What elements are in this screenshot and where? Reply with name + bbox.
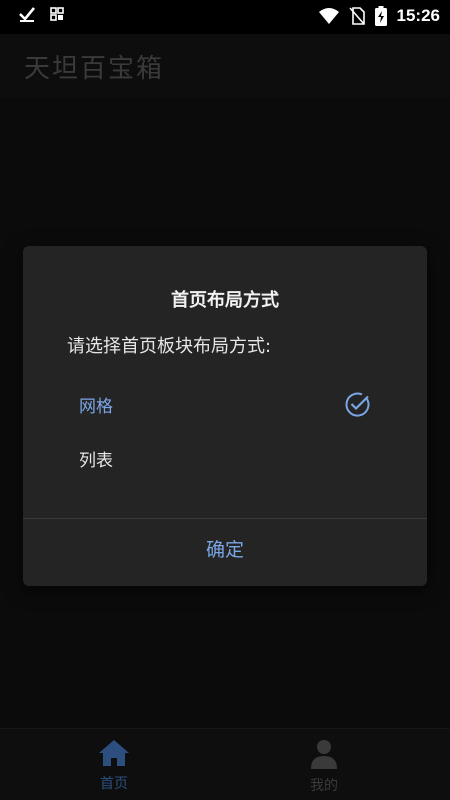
app-title: 天坦百宝箱 (24, 54, 165, 84)
home-icon (99, 740, 129, 766)
nav-label-mine: 我的 (310, 778, 338, 794)
check-icon (19, 7, 36, 22)
no-sim-icon (348, 7, 365, 25)
bottom-nav: 首页 我的 (0, 728, 450, 800)
wifi-icon (318, 8, 339, 24)
confirm-button[interactable]: 确定 (23, 519, 427, 586)
nav-item-mine[interactable]: 我的 (274, 739, 374, 795)
option-grid[interactable]: 网格 (23, 382, 427, 426)
nav-label-home: 首页 (100, 776, 128, 792)
status-right: 15:26 (318, 6, 440, 26)
app-bar: 天坦百宝箱 (0, 34, 450, 98)
dialog-message: 请选择首页板块布局方式: (67, 336, 272, 357)
status-time: 15:26 (396, 6, 440, 25)
option-list-label: 列表 (79, 451, 113, 471)
person-icon (311, 740, 337, 769)
screen: 15:26 天坦百宝箱 首页 我的 首页布局方式 请选择首页板块布局方式: 网格 (0, 0, 450, 800)
layout-dialog: 首页布局方式 请选择首页板块布局方式: 网格 列表 确定 (23, 246, 427, 586)
status-left (18, 6, 64, 22)
nav-item-home[interactable]: 首页 (64, 739, 164, 793)
check-circle-icon (345, 392, 370, 417)
status-bar: 15:26 (0, 0, 450, 34)
option-list[interactable]: 列表 (23, 436, 427, 480)
battery-charging-icon (374, 6, 387, 26)
dialog-title: 首页布局方式 (171, 290, 279, 311)
option-grid-label: 网格 (79, 397, 113, 417)
grid-icon (50, 7, 64, 21)
